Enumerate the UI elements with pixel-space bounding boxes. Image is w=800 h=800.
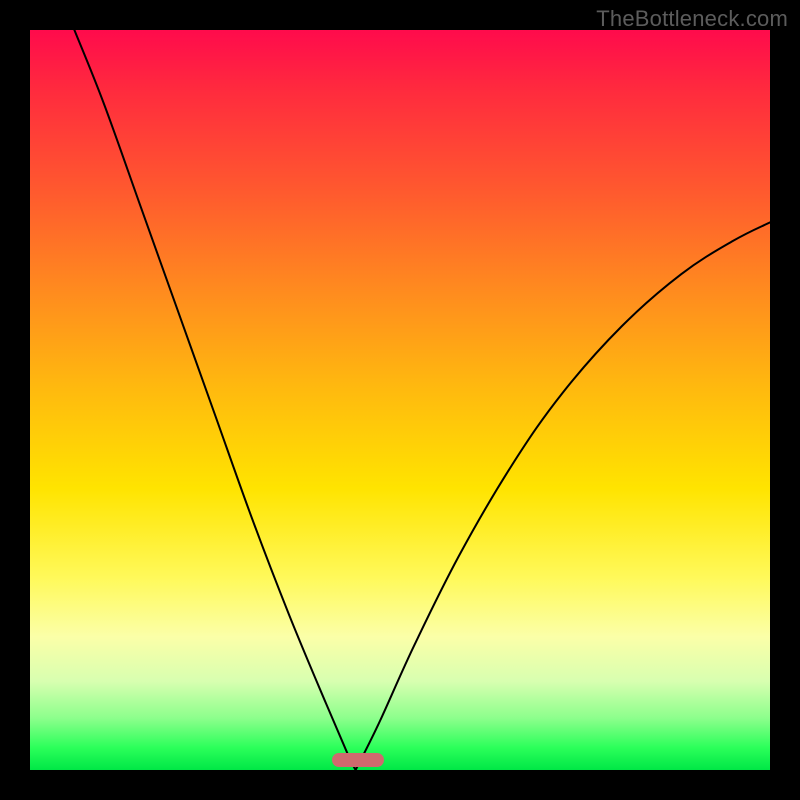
plot-area — [30, 30, 770, 770]
notch-marker — [332, 753, 384, 767]
outer-frame: TheBottleneck.com — [0, 0, 800, 800]
left-curve-path — [74, 30, 355, 770]
right-curve-path — [356, 222, 770, 770]
curves-svg — [30, 30, 770, 770]
watermark-text: TheBottleneck.com — [596, 6, 788, 32]
